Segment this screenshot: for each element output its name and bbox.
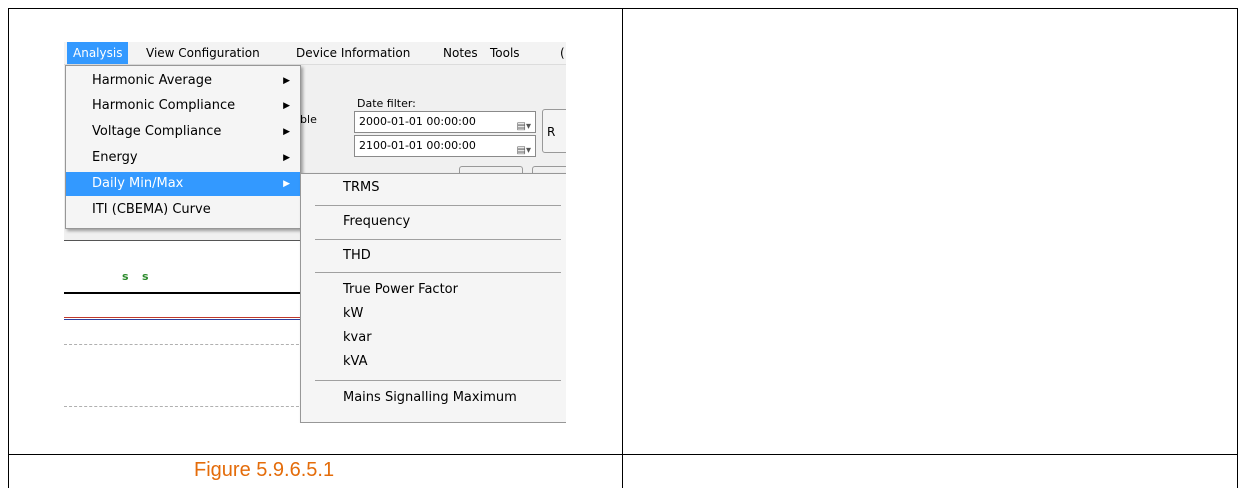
table-row-divider: [8, 454, 1238, 455]
calendar-dropdown-icon[interactable]: ▤▾: [517, 117, 531, 137]
menu-view-configuration[interactable]: View Configuration: [140, 42, 266, 64]
date-from-value: 2000-01-01 00:00:00: [359, 115, 476, 128]
submenu-item-kvar[interactable]: kvar: [301, 326, 566, 350]
series-line-red: [64, 317, 304, 318]
triangle-right-icon: ▶: [283, 76, 290, 86]
menu-device-information[interactable]: Device Information: [290, 42, 416, 64]
submenu-item-label: kVA: [343, 354, 368, 369]
submenu-item-label: kW: [343, 306, 364, 321]
plot-divider: [64, 240, 304, 241]
date-to-value: 2100-01-01 00:00:00: [359, 139, 476, 152]
submenu-item-true-power-factor[interactable]: True Power Factor: [301, 278, 566, 302]
submenu-item-kw[interactable]: kW: [301, 302, 566, 326]
analysis-menu: Harmonic Average ▶ Harmonic Compliance ▶…: [65, 65, 301, 229]
menu-bar: Analysis View Configuration Device Infor…: [64, 42, 566, 65]
embedded-screenshot: table Date filter: 2000-01-01 00:00:00 ▤…: [64, 42, 566, 423]
figure-caption: Figure 5.9.6.5.1: [194, 459, 335, 481]
menu-item-harmonic-average[interactable]: Harmonic Average ▶: [66, 69, 300, 93]
menu-item-harmonic-compliance[interactable]: Harmonic Compliance ▶: [66, 94, 300, 118]
table-border-top: [8, 8, 1238, 9]
table-border-left: [8, 8, 9, 488]
menu-separator: [315, 380, 561, 381]
menu-item-voltage-compliance[interactable]: Voltage Compliance ▶: [66, 120, 300, 144]
triangle-right-icon: ▶: [283, 127, 290, 137]
triangle-right-icon: ▶: [283, 153, 290, 163]
menu-item-label: Voltage Compliance: [92, 124, 222, 139]
menu-separator: [315, 272, 561, 273]
plot-mark: s: [142, 270, 149, 283]
menu-notes[interactable]: Notes: [437, 42, 484, 64]
menu-truncated[interactable]: (: [554, 42, 566, 64]
submenu-item-trms[interactable]: TRMS: [301, 176, 566, 200]
menu-item-label: Harmonic Average: [92, 73, 212, 88]
menu-tools[interactable]: Tools: [484, 42, 526, 64]
submenu-item-mains-signalling-maximum[interactable]: Mains Signalling Maximum: [301, 386, 566, 410]
table-border-right: [1237, 8, 1238, 488]
gridline-dashed: [64, 344, 304, 345]
submenu-item-label: True Power Factor: [343, 282, 458, 297]
table-border-middle: [622, 8, 623, 488]
plot-mark: s: [122, 270, 129, 283]
calendar-dropdown-icon[interactable]: ▤▾: [517, 141, 531, 161]
menu-separator: [315, 239, 561, 240]
menu-item-energy[interactable]: Energy ▶: [66, 146, 300, 170]
menu-item-label: Daily Min/Max: [92, 176, 184, 191]
submenu-item-thd[interactable]: THD: [301, 244, 566, 268]
series-line-blue: [64, 319, 304, 320]
date-from-picker[interactable]: 2000-01-01 00:00:00 ▤▾: [354, 111, 536, 133]
triangle-right-icon: ▶: [283, 179, 290, 189]
menu-item-daily-min-max[interactable]: Daily Min/Max ▶: [66, 172, 300, 196]
submenu-item-label: Mains Signalling Maximum: [343, 390, 517, 405]
submenu-item-kva[interactable]: kVA: [301, 350, 566, 374]
plot-axis-line: [64, 292, 304, 294]
menu-item-label: ITI (CBEMA) Curve: [92, 202, 211, 217]
submenu-item-label: TRMS: [343, 180, 380, 195]
menu-item-label: Energy: [92, 150, 138, 165]
daily-min-max-submenu: TRMS Frequency THD True Power Factor kW …: [300, 173, 566, 423]
submenu-item-label: THD: [343, 248, 371, 263]
menu-item-label: Harmonic Compliance: [92, 98, 236, 113]
menu-item-iti-cbema-curve[interactable]: ITI (CBEMA) Curve: [66, 198, 300, 222]
date-filter-label: Date filter:: [357, 97, 416, 110]
refresh-button[interactable]: R: [542, 109, 566, 153]
triangle-right-icon: ▶: [283, 101, 290, 111]
submenu-item-label: kvar: [343, 330, 372, 345]
menu-separator: [315, 205, 561, 206]
submenu-item-label: Frequency: [343, 214, 411, 229]
menu-analysis[interactable]: Analysis: [67, 42, 129, 64]
submenu-item-frequency[interactable]: Frequency: [301, 210, 566, 234]
gridline-dashed: [64, 406, 304, 407]
date-to-picker[interactable]: 2100-01-01 00:00:00 ▤▾: [354, 135, 536, 157]
